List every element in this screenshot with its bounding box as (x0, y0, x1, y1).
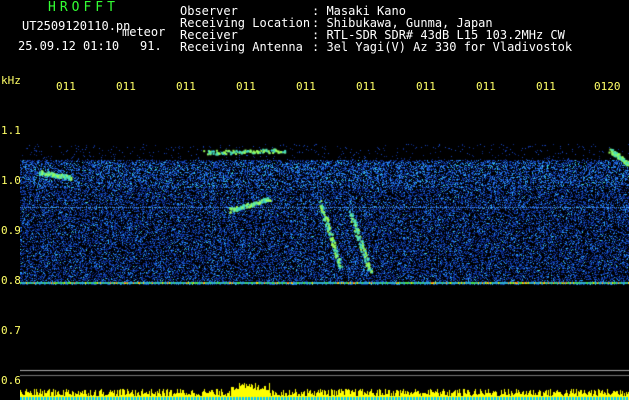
antenna-label: Receiving Antenna (180, 40, 303, 54)
count-label: 91. (140, 39, 162, 53)
freq-tick-1-1: 1.1 (1, 124, 21, 137)
hrofft-window: HROFFT UT2509120110.pn meteor 25.09.12 0… (0, 0, 629, 400)
freq-tick-0-9: 0.9 (1, 224, 21, 237)
app-logo: HROFFT (48, 0, 119, 15)
waterfall-spectrogram (20, 92, 629, 400)
freq-tick-1-0: 1.0 (1, 174, 21, 187)
datetime-label: 25.09.12 01:10 (18, 39, 120, 53)
meteor-label: meteor (122, 25, 166, 39)
axis-unit-label: kHz (1, 74, 21, 87)
antenna-value: : 3el Yagi(V) Az 330 for Vladivostok (312, 40, 573, 54)
freq-tick-0-6: 0.6 (1, 374, 21, 387)
freq-tick-0-7: 0.7 (1, 324, 21, 337)
freq-tick-0-8: 0.8 (1, 274, 21, 287)
filename-label: UT2509120110.pn (22, 19, 131, 33)
